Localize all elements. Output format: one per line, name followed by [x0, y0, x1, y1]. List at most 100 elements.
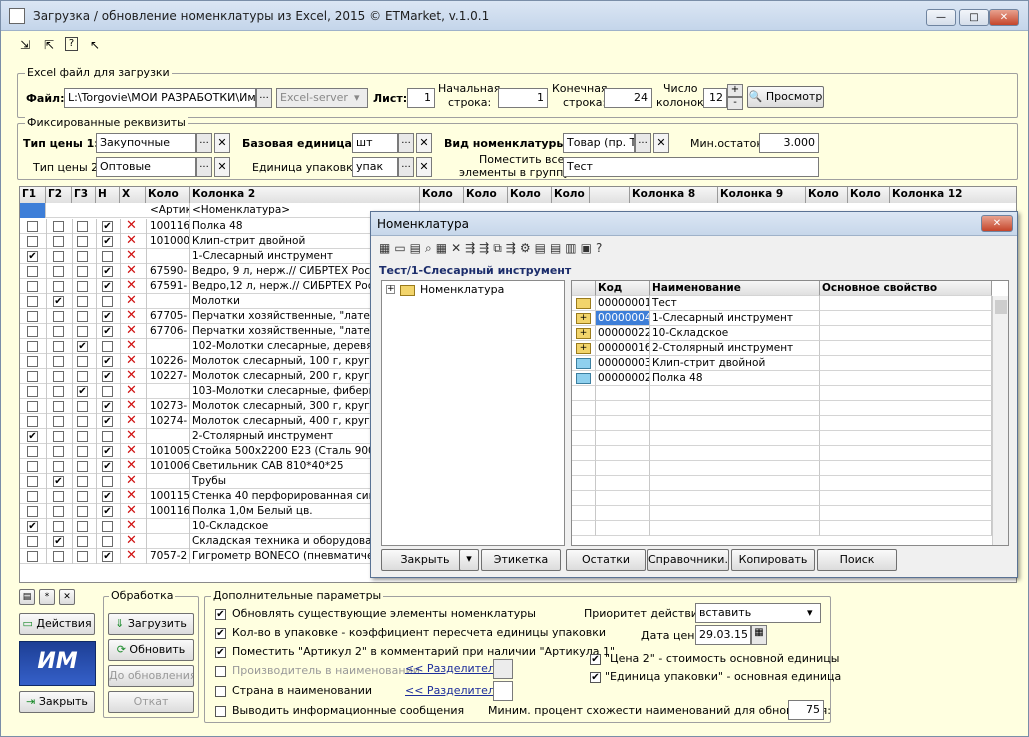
row-n-checkbox[interactable]: ✔ [102, 221, 113, 232]
row-col1-cell[interactable]: 100116 [148, 219, 190, 234]
row-exclude-icon[interactable]: ✕ [126, 399, 137, 413]
help-icon[interactable]: ? [65, 37, 78, 51]
row-g1-checkbox[interactable] [27, 536, 38, 547]
base-unit-clear[interactable]: ✕ [416, 133, 432, 153]
opt7-checkbox[interactable]: ✔ [590, 654, 601, 665]
dialog-col-name[interactable]: Наименование [650, 281, 820, 296]
row-n-checkbox[interactable] [102, 296, 113, 307]
calendar-icon[interactable]: ▦ [751, 625, 767, 645]
row-g3-checkbox[interactable] [77, 311, 88, 322]
grid-header-4[interactable]: Н [96, 187, 120, 203]
row-n-checkbox[interactable] [102, 536, 113, 547]
row-exclude-icon[interactable]: ✕ [126, 519, 137, 533]
dialog-row-code[interactable]: 00000001 [596, 296, 650, 311]
row-g3-checkbox[interactable] [77, 536, 88, 547]
row-g2-checkbox[interactable]: ✔ [53, 536, 64, 547]
row-n-checkbox[interactable]: ✔ [102, 266, 113, 277]
row-n-checkbox[interactable]: ✔ [102, 371, 113, 382]
row-g2-checkbox[interactable] [53, 371, 64, 382]
dialog-row-code[interactable]: 00000022 [596, 326, 650, 341]
load-button[interactable]: ⇓ Загрузить [108, 613, 194, 635]
row-g2-checkbox[interactable]: ✔ [53, 296, 64, 307]
row-g2-checkbox[interactable] [53, 251, 64, 262]
row-col1-cell[interactable]: 7057-2 [148, 549, 190, 564]
grid-field-cell-1[interactable]: <Артик [148, 203, 190, 218]
row-n-checkbox[interactable]: ✔ [102, 356, 113, 367]
file-path-input[interactable]: L:\Torgovie\МОИ РАЗРАБОТКИ\Имп [64, 88, 256, 108]
minimize-button[interactable]: — [926, 9, 956, 26]
row-col1-cell[interactable] [148, 339, 190, 354]
pointer-help-icon[interactable]: ↖ [87, 37, 103, 53]
opt5-checkbox[interactable] [215, 686, 226, 697]
row-g2-checkbox[interactable] [53, 281, 64, 292]
row-col1-cell[interactable]: 101000 [148, 234, 190, 249]
end-row-input[interactable]: 24 [604, 88, 652, 108]
rollback-button[interactable]: Откат [108, 691, 194, 713]
row-col1-cell[interactable]: 67706- [148, 324, 190, 339]
row-exclude-icon[interactable]: ✕ [126, 504, 137, 518]
price-type2-clear[interactable]: ✕ [214, 157, 230, 177]
row-col1-cell[interactable]: 10273- [148, 399, 190, 414]
dialog-row-prop[interactable] [820, 311, 992, 326]
save-icon[interactable]: ⇱ [41, 37, 57, 53]
row-g3-checkbox[interactable] [77, 476, 88, 487]
price-type1-browse[interactable]: ... [196, 133, 212, 153]
row-g1-checkbox[interactable]: ✔ [27, 431, 38, 442]
grid-header-1[interactable]: Г1 [20, 187, 46, 203]
row-g1-checkbox[interactable] [27, 461, 38, 472]
row-g2-checkbox[interactable] [53, 446, 64, 457]
row-col1-cell[interactable]: 100115 [148, 489, 190, 504]
row-g2-checkbox[interactable]: ✔ [53, 476, 64, 487]
row-g2-checkbox[interactable] [53, 341, 64, 352]
row-g2-checkbox[interactable] [53, 491, 64, 502]
nom-kind-browse[interactable]: ... [635, 133, 651, 153]
separator2-input[interactable] [493, 681, 513, 701]
row-n-checkbox[interactable]: ✔ [102, 491, 113, 502]
dialog-toolbar-icons[interactable]: ▦▭▤⌕▦✕⇶⇶⧉⇶⚙▤▤▥▣? [379, 241, 606, 256]
update-button[interactable]: ⟳ Обновить [108, 639, 194, 661]
row-g1-checkbox[interactable] [27, 491, 38, 502]
row-g2-checkbox[interactable] [53, 236, 64, 247]
row-g3-checkbox[interactable] [77, 416, 88, 427]
row-col1-cell[interactable] [148, 294, 190, 309]
row-g2-checkbox[interactable] [53, 356, 64, 367]
row-n-checkbox[interactable]: ✔ [102, 446, 113, 457]
row-exclude-icon[interactable]: ✕ [126, 324, 137, 338]
row-col1-cell[interactable]: 101005 [148, 444, 190, 459]
grid-header-7[interactable]: Колонка 2 [190, 187, 420, 203]
row-g3-checkbox[interactable] [77, 431, 88, 442]
close-window-button[interactable]: ✕ [989, 9, 1019, 26]
grid-header-14[interactable]: Коло [806, 187, 848, 203]
row-g3-checkbox[interactable] [77, 491, 88, 502]
row-g1-checkbox[interactable] [27, 446, 38, 457]
open-icon[interactable]: ⇲ [17, 37, 33, 53]
copy-button[interactable]: Копировать [731, 549, 815, 571]
actions-button[interactable]: ▭ Действия [19, 613, 95, 635]
row-exclude-icon[interactable]: ✕ [126, 384, 137, 398]
row-col1-cell[interactable] [148, 384, 190, 399]
row-g1-checkbox[interactable] [27, 356, 38, 367]
price-type1-clear[interactable]: ✕ [214, 133, 230, 153]
dialog-grid[interactable]: Код Наименование Основное свойство 00000… [571, 280, 1009, 546]
dialog-list-item[interactable]: +00000004 1-Слесарный инструмент [572, 311, 1008, 326]
row-exclude-icon[interactable]: ✕ [126, 294, 137, 308]
row-g3-checkbox[interactable] [77, 461, 88, 472]
search-button[interactable]: Поиск [817, 549, 897, 571]
grid-header-5[interactable]: Х [120, 187, 146, 203]
row-g3-checkbox[interactable] [77, 371, 88, 382]
row-col1-cell[interactable] [148, 429, 190, 444]
dialog-close-dropdown[interactable]: ▾ [459, 549, 479, 571]
refs-button[interactable]: Справочники... [647, 549, 729, 571]
dialog-list-item[interactable]: +00000016 2-Столярный инструмент [572, 341, 1008, 356]
row-g1-checkbox[interactable] [27, 386, 38, 397]
row-col1-cell[interactable] [148, 519, 190, 534]
row-g1-checkbox[interactable]: ✔ [27, 521, 38, 532]
row-exclude-icon[interactable]: ✕ [126, 234, 137, 248]
pack-unit-input[interactable]: упак [352, 157, 398, 177]
row-g1-checkbox[interactable] [27, 371, 38, 382]
row-col1-cell[interactable] [148, 249, 190, 264]
row-exclude-icon[interactable]: ✕ [126, 474, 137, 488]
dialog-row-code[interactable]: 00000016 [596, 341, 650, 356]
label-button[interactable]: Этикетка [481, 549, 561, 571]
grid-header-2[interactable]: Г2 [46, 187, 72, 203]
